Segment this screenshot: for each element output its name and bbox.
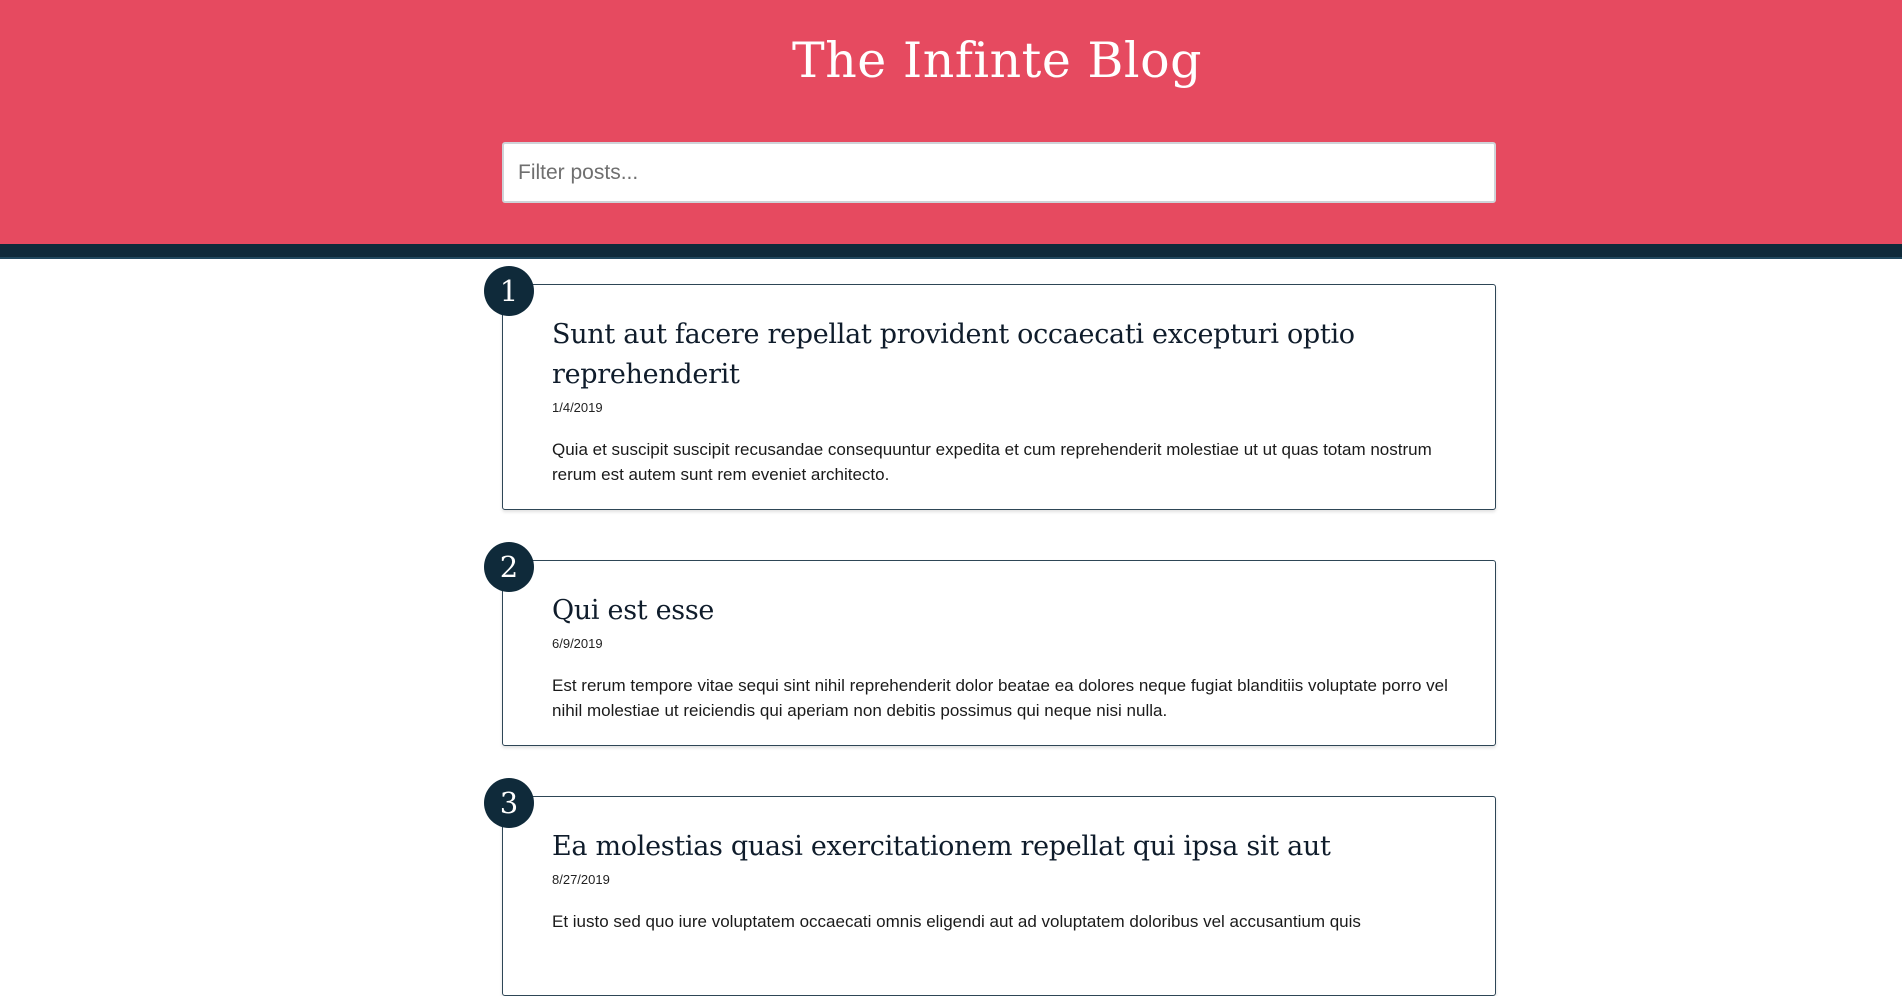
page-header: The Infinte Blog xyxy=(0,0,1902,244)
post-date: 6/9/2019 xyxy=(552,636,603,651)
post-card: 1 Sunt aut facere repellat provident occ… xyxy=(484,266,1496,510)
post-title: Qui est esse xyxy=(552,595,715,626)
post-number-badge: 3 xyxy=(484,778,534,828)
post-number-badge: 2 xyxy=(484,542,534,592)
header-divider-bar xyxy=(0,244,1902,259)
post-date: 8/27/2019 xyxy=(552,872,610,887)
post-body: Quia et suscipit suscipit recusandae con… xyxy=(552,440,1432,484)
post-body: Est rerum tempore vitae sequi sint nihil… xyxy=(552,676,1448,720)
site-title: The Infinte Blog xyxy=(792,32,1202,89)
post-card: 2 Qui est esse 6/9/2019 Est rerum tempor… xyxy=(484,542,1496,746)
post-card: 3 Ea molestias quasi exercitationem repe… xyxy=(484,778,1496,996)
post-body: Et iusto sed quo iure voluptatem occaeca… xyxy=(552,912,1361,931)
filter-posts-input[interactable] xyxy=(502,142,1496,203)
post-date: 1/4/2019 xyxy=(552,400,603,415)
post-title: Ea molestias quasi exercitationem repell… xyxy=(552,831,1331,862)
post-number-badge: 1 xyxy=(484,266,534,316)
post-title: Sunt aut facere repellat provident occae… xyxy=(552,319,1355,390)
